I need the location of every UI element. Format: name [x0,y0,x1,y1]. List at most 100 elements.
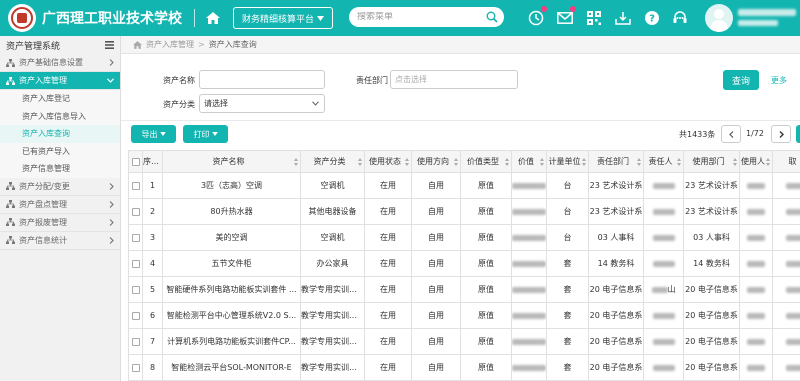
row-checkbox[interactable] [131,311,140,320]
headset-icon[interactable] [670,8,690,28]
redacted-value [785,182,800,189]
sidebar-subitem-inbound-query[interactable]: 资产入库查询 [0,125,120,143]
column-header[interactable]: 使用人 [739,150,773,173]
avatar-icon[interactable] [705,4,733,32]
sort-icon[interactable] [358,158,362,166]
row-checkbox-cell [128,198,143,225]
select-all-checkbox[interactable] [131,157,140,166]
column-header[interactable]: 资产分类 [300,150,365,173]
user-info-redacted[interactable] [738,7,800,29]
menu-search-input[interactable] [357,12,482,22]
mail-icon[interactable] [555,6,576,28]
column-header[interactable]: 责任人 [643,150,684,173]
sort-icon[interactable] [733,158,737,166]
breadcrumb-parent[interactable]: 资产入库管理 [146,39,194,50]
row-checkbox[interactable] [131,233,140,242]
print-button[interactable]: 打印 [183,125,228,143]
owner-person-cell [643,328,684,355]
sidebar-subitem-asset-info[interactable]: 资产信息管理 [0,160,120,178]
row-checkbox-cell [128,276,143,303]
usage-direction-cell: 自用 [411,354,461,381]
category-select[interactable]: 请选择 [199,94,325,113]
unit-cell: 台 [546,172,589,199]
clock-icon[interactable] [526,6,547,28]
sort-icon[interactable] [454,158,458,166]
table-row[interactable]: 1 3匹（志高）空调 空调机 在用 自用 原值台 23 艺术设计系 23 艺术设计系 [128,172,800,199]
owner-dept-cell: 20 电子信息系 [588,302,644,329]
prev-page-button[interactable] [721,125,741,143]
sort-icon[interactable] [582,158,586,166]
home-icon[interactable] [133,40,142,49]
value-type-cell: 原值 [460,250,512,277]
sidebar-item-asset-inbound[interactable]: 资产入库管理 [0,72,120,90]
sort-icon[interactable] [405,158,409,166]
sidebar-item-asset-stats[interactable]: 资产信息统计 [0,232,120,250]
table-row[interactable]: 3 美的空调 空调机 在用 自用 原值台 03 人事科 03 人事科 [128,224,800,251]
extra-cell [772,198,800,225]
asset-name-cell: 智能检测平台中心管理系统V2.0 S... [162,302,301,329]
column-header[interactable]: 责任部门 [588,150,644,173]
column-header[interactable]: 价值 [511,150,547,173]
table-row[interactable]: 2 80升热水器 其他电器设备 在用 自用 原值台 23 艺术设计系 23 艺术设计系 [128,198,800,225]
sort-icon[interactable] [677,158,681,166]
row-checkbox[interactable] [131,207,140,216]
table-row[interactable]: 4 五节文件柜 办公家具 在用 自用 原值套 14 教务科 14 教务科 [128,250,800,277]
column-header-label: 使用状态 [369,157,401,166]
redacted-value [785,208,800,215]
sidebar-item-asset-basic[interactable]: 资产基础信息设置 [0,54,120,72]
platform-label: 财务精细核算平台 [242,14,315,25]
redacted-value [652,182,675,189]
table-row[interactable]: 8 智能检测云平台SOL-MONITOR-E 教学专用实训设备 在用 自用 原值套 20 电… [128,354,800,381]
help-icon[interactable]: ? [642,8,662,28]
row-checkbox[interactable] [131,181,140,190]
sort-icon[interactable] [637,158,641,166]
column-header[interactable]: 使用状态 [364,150,412,173]
sidebar-subitem-inbound-register[interactable]: 资产入库登记 [0,90,120,108]
row-checkbox[interactable] [131,285,140,294]
value-type-cell: 原值 [460,354,512,381]
platform-switch-button[interactable]: 财务精细核算平台 [233,7,334,29]
sidebar-subitem-inbound-import[interactable]: 资产入库信息导入 [0,107,120,125]
column-header[interactable]: 序号 [142,150,163,173]
table-row[interactable]: 5 智能硬件系列电路功能板实训套件 ... 教学专用实训设备 在用 自用 原值套 20 电子… [128,276,800,303]
table-row[interactable]: 7 计算机系列电路功能板实训套件CP... 教学专用实训设备 在用 自用 原值套 20 电子… [128,328,800,355]
column-header[interactable]: 取 [772,150,800,173]
sort-icon[interactable] [540,158,544,166]
home-icon[interactable] [205,10,221,26]
owner-person-cell [643,198,684,225]
table-row[interactable]: 6 智能检测平台中心管理系统V2.0 S... 教学专用实训设备 在用 自用 原值套 20 … [128,302,800,329]
row-checkbox[interactable] [131,363,140,372]
qrcode-icon[interactable] [584,8,604,28]
search-icon[interactable] [486,11,498,25]
sidebar-item-asset-scrap[interactable]: 资产报废管理 [0,214,120,232]
column-header[interactable]: 使用方向 [411,150,461,173]
column-header[interactable]: 资产名称 [162,150,301,173]
value-cell [511,302,547,329]
redacted-value [785,364,800,371]
owner-dept-field[interactable]: 点击选择 [390,70,518,89]
column-header[interactable]: 计量单位 [546,150,589,173]
sort-icon[interactable] [294,158,298,166]
column-settings-button[interactable] [796,125,800,143]
export-button[interactable]: 导出 [131,125,176,143]
sort-icon[interactable] [766,158,770,166]
asset-name-field[interactable] [199,70,325,89]
download-icon[interactable] [613,8,633,28]
sidebar-item-asset-inventory[interactable]: 资产盘点管理 [0,196,120,214]
user-cell [739,172,773,199]
list-icon[interactable] [105,41,114,49]
column-header[interactable]: 使用部门 [683,150,740,173]
sidebar-item-asset-assign[interactable]: 资产分配/变更 [0,178,120,196]
row-checkbox[interactable] [131,259,140,268]
extra-cell [772,250,800,277]
query-button[interactable]: 查询 [723,70,759,90]
next-page-button[interactable] [771,125,791,143]
owner-person-cell [643,250,684,277]
row-checkbox[interactable] [131,337,140,346]
column-header[interactable]: 价值类型 [460,150,512,173]
sidebar-subitem-existing-import[interactable]: 已有资产导入 [0,142,120,160]
category-select-value: 请选择 [204,99,228,108]
more-link[interactable]: 更多 [771,75,787,86]
sort-icon[interactable] [505,158,509,166]
owner-person-tail: 山 [667,285,676,294]
